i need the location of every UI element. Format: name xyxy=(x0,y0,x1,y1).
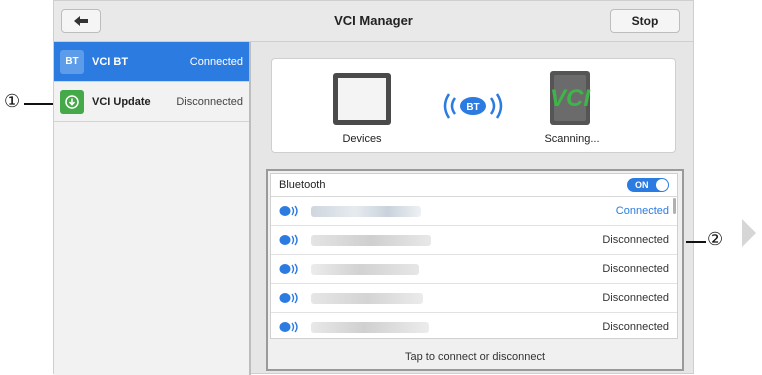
page-title: VCI Manager xyxy=(334,13,413,28)
devices-label: Devices xyxy=(342,133,382,145)
device-status: Disconnected xyxy=(602,321,669,333)
bluetooth-device-row[interactable]: Disconnected xyxy=(271,226,677,255)
device-status: Disconnected xyxy=(602,263,669,275)
device-status: Disconnected xyxy=(602,234,669,246)
tablet-screen: VCI Manager Stop BT VCI BT Connected VCI… xyxy=(53,0,694,375)
blurred-device-name xyxy=(311,292,423,304)
bluetooth-label: Bluetooth xyxy=(279,179,326,191)
bluetooth-signal-icon: BT xyxy=(443,93,503,119)
callout-1-line xyxy=(24,103,54,105)
device-status: Disconnected xyxy=(602,292,669,304)
callout-2-line xyxy=(686,241,706,243)
vci-logo-text: VCI xyxy=(550,85,591,112)
bluetooth-device-icon xyxy=(279,205,299,217)
update-icon xyxy=(60,89,84,114)
scanning-label: Scanning... xyxy=(544,133,600,145)
bluetooth-device-row[interactable]: Connected xyxy=(271,197,677,226)
sidebar-item-label: VCI Update xyxy=(92,95,151,108)
blurred-device-name xyxy=(311,205,421,217)
blurred-device-name xyxy=(311,321,429,333)
toggle-label: ON xyxy=(635,180,649,190)
bluetooth-device-icon xyxy=(279,263,299,275)
bluetooth-panel: Bluetooth ON Connected Disconnected Disc… xyxy=(266,169,684,371)
bluetooth-icon: BT xyxy=(60,49,84,74)
callout-2: ② xyxy=(707,229,724,250)
connection-diagram: Devices BT VCI Scanning... xyxy=(271,58,676,153)
bluetooth-hint: Tap to connect or disconnect xyxy=(404,351,546,363)
main-panel: Devices BT VCI Scanning... Bluetooth ON … xyxy=(253,42,693,375)
bluetooth-header: Bluetooth ON xyxy=(271,174,677,197)
blurred-device-name xyxy=(311,234,431,246)
sidebar-item-label: VCI BT xyxy=(92,55,129,68)
bluetooth-device-row[interactable]: Disconnected xyxy=(271,284,677,313)
callout-1: ① xyxy=(4,91,21,112)
bluetooth-device-icon xyxy=(279,292,299,304)
toggle-knob xyxy=(656,179,668,191)
device-status: Connected xyxy=(615,205,669,217)
bluetooth-device-row[interactable]: Disconnected xyxy=(271,313,677,341)
sidebar-item-vci-update[interactable]: VCI Update Disconnected xyxy=(54,82,249,122)
bluetooth-toggle[interactable]: ON xyxy=(627,178,669,192)
sidebar: BT VCI BT Connected VCI Update Disconnec… xyxy=(54,42,251,375)
bluetooth-device-row[interactable]: Disconnected xyxy=(271,255,677,284)
bt-badge-text: BT xyxy=(466,102,479,113)
next-page-arrow-icon xyxy=(742,219,756,247)
tablet-device-icon xyxy=(333,73,391,125)
vci-device-icon: VCI xyxy=(550,71,591,125)
bluetooth-device-list: Bluetooth ON Connected Disconnected Disc… xyxy=(270,173,678,339)
bluetooth-device-icon xyxy=(279,234,299,246)
bluetooth-device-icon xyxy=(279,321,299,333)
sidebar-item-status: Disconnected xyxy=(176,95,243,108)
top-bar: VCI Manager Stop xyxy=(54,1,693,42)
blurred-device-name xyxy=(311,263,419,275)
stop-button[interactable]: Stop xyxy=(610,9,680,33)
sidebar-item-vci-bt[interactable]: BT VCI BT Connected xyxy=(54,42,249,82)
sidebar-item-status: Connected xyxy=(189,55,243,68)
